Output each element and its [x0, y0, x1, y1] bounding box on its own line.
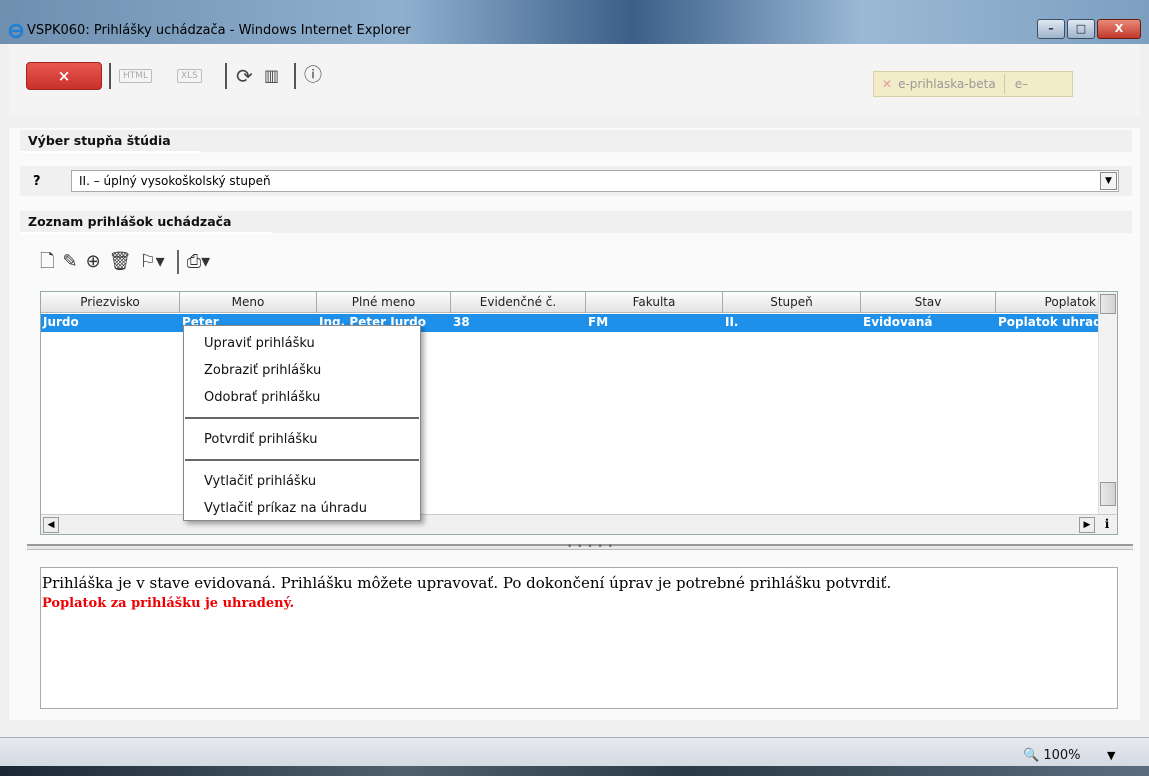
ie-window: VSPK060: Prihlášky uchádzača - Windows I… — [0, 0, 1149, 776]
cell-poplatok: Poplatok uhradený — [998, 315, 1099, 329]
study-level-select[interactable]: II. – úplný vysokoškolský stupeň ▼ — [71, 170, 1119, 192]
eprihlaska-button[interactable]: ✕ e-prihlaska-beta — [882, 77, 996, 91]
menu-item-print[interactable]: Vytlačiť prihlášku — [184, 468, 420, 495]
close-button[interactable]: × — [26, 62, 102, 90]
status-message: Prihláška je v stave evidovaná. Prihlášk… — [42, 574, 892, 592]
toolbar-divider — [294, 63, 296, 89]
column-header-stav[interactable]: Stav — [861, 292, 996, 313]
applications-header: Zoznam prihlášok uchádzača — [28, 214, 232, 229]
header-underline — [20, 151, 200, 153]
column-header-evidencne-cislo[interactable]: Evidenčné č. — [451, 292, 586, 313]
study-level-header: Výber stupňa štúdia — [28, 133, 171, 148]
column-header-plne-meno[interactable]: Plné meno — [317, 292, 451, 313]
cell-fakulta: FM — [588, 315, 609, 329]
header-underline — [20, 232, 272, 234]
refresh-icon[interactable]: ⟳ — [236, 64, 253, 88]
splitter-grip-icon[interactable]: • • • • • — [567, 542, 614, 552]
menu-divider — [185, 459, 419, 461]
menu-item-edit[interactable]: Upraviť prihlášku — [184, 330, 420, 357]
menu-item-remove[interactable]: Odobrať prihlášku — [184, 384, 420, 411]
title-bar: VSPK060: Prihlášky uchádzača - Windows I… — [0, 0, 1149, 44]
chart-icon[interactable]: ▥ — [264, 64, 279, 88]
pane-splitter[interactable]: • • • • • — [27, 542, 1133, 552]
trash-icon[interactable]: 🗑 — [109, 250, 132, 274]
e-minus-button[interactable]: e– — [1015, 77, 1028, 91]
pencil-icon[interactable]: ✎ — [62, 250, 77, 274]
toolbar-divider — [176, 250, 179, 274]
window-close-button[interactable]: X — [1097, 19, 1141, 39]
chevron-down-icon[interactable]: ▼ — [1107, 749, 1115, 762]
cell-stav: Evidovaná — [863, 315, 933, 329]
cell-priezvisko: Jurdo — [43, 315, 79, 329]
group-divider — [1003, 74, 1005, 94]
toolbar-divider — [225, 63, 227, 89]
menu-item-view[interactable]: Zobraziť prihlášku — [184, 357, 420, 384]
scroll-thumb[interactable] — [1100, 482, 1116, 506]
column-header-fakulta[interactable]: Fakulta — [586, 292, 723, 313]
context-menu: Upraviť prihlášku Zobraziť prihlášku Odo… — [183, 325, 421, 521]
maximize-button[interactable]: □ — [1067, 19, 1095, 39]
scroll-thumb[interactable] — [1100, 294, 1116, 314]
zoom-level: 100% — [1043, 748, 1081, 763]
applications-toolbar: 🗋 ✎ ⊕ 🗑 ⚐▾ ⎙▾ — [40, 250, 218, 274]
menu-item-confirm[interactable]: Potvrdiť prihlášku — [184, 426, 420, 453]
toolbar-divider — [109, 63, 111, 89]
message-panel: Prihláška je v stave evidovaná. Prihlášk… — [40, 567, 1118, 709]
window-title: VSPK060: Prihlášky uchádzača - Windows I… — [27, 23, 411, 38]
study-level-header-band — [20, 130, 1132, 152]
run-action-icon[interactable]: ⚐▾ — [140, 250, 165, 274]
fee-message: Poplatok za prihlášku je uhradený. — [42, 596, 295, 611]
column-header-meno[interactable]: Meno — [180, 292, 317, 313]
cell-stupen: II. — [725, 315, 739, 329]
minimize-button[interactable]: – — [1037, 19, 1065, 39]
app-toolbar: × HTML XLS ⟳ ▥ ⓘ ✕ e-prihlaska-beta e– — [9, 44, 1140, 116]
print-icon[interactable]: ⎙▾ — [187, 250, 210, 274]
html-export-icon[interactable]: HTML — [119, 69, 153, 83]
new-document-icon[interactable]: 🗋 — [40, 250, 54, 274]
vertical-scrollbar[interactable] — [1098, 292, 1117, 514]
ie-logo-icon — [8, 23, 24, 39]
taskbar-strip — [0, 766, 1149, 776]
close-icon: ✕ — [882, 77, 893, 91]
eprihlaska-group: ✕ e-prihlaska-beta e– — [873, 71, 1073, 97]
zoom-icon: 🔍 — [1023, 748, 1040, 763]
column-header-priezvisko[interactable]: Priezvisko — [41, 292, 180, 313]
cell-evidencne-cislo: 38 — [453, 315, 470, 329]
menu-divider — [185, 417, 419, 419]
window-controls: – □ X — [1035, 19, 1141, 39]
column-header-stupen[interactable]: Stupeň — [723, 292, 861, 313]
help-icon[interactable]: ? — [33, 174, 41, 189]
eprihlaska-label: e-prihlaska-beta — [898, 77, 996, 91]
column-header-poplatok[interactable]: Poplatok — [996, 292, 1099, 313]
table-header: Priezvisko Meno Plné meno Evidenčné č. F… — [41, 292, 1099, 313]
zoom-control[interactable]: 🔍 100% — [1023, 748, 1081, 763]
scroll-left-icon[interactable]: ◀ — [43, 517, 59, 533]
info-icon[interactable]: ⓘ — [304, 64, 322, 88]
study-level-value: II. – úplný vysokoškolský stupeň — [79, 174, 271, 188]
xls-export-icon[interactable]: XLS — [177, 69, 202, 83]
menu-item-print-payment[interactable]: Vytlačiť príkaz na úhradu — [184, 495, 420, 522]
scroll-right-icon[interactable]: ▶ — [1079, 517, 1095, 533]
zoom-in-icon[interactable]: ⊕ — [86, 250, 101, 274]
chevron-down-icon[interactable]: ▼ — [1100, 172, 1117, 190]
info-icon[interactable]: i — [1099, 516, 1115, 532]
